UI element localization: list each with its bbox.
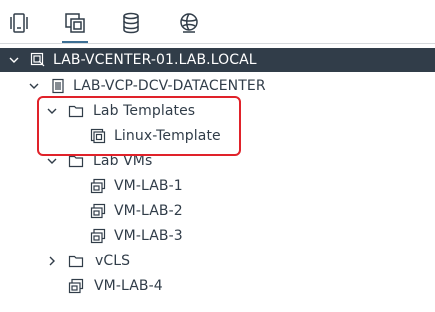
tree-item-folder-vcls[interactable]: vCLS (0, 249, 435, 273)
annotation-highlight-box (37, 96, 241, 156)
vm-icon (68, 278, 84, 294)
chevron-down-icon[interactable] (8, 54, 20, 66)
tree-item-label: LAB-VCP-DCV-DATACENTER (73, 78, 266, 94)
tab-hosts-and-clusters[interactable] (4, 10, 34, 40)
tree-item-label: VM-LAB-3 (114, 228, 183, 244)
chevron-down-icon[interactable] (46, 155, 58, 167)
chevron-down-icon[interactable] (28, 80, 40, 92)
tab-vms-and-templates[interactable] (60, 10, 90, 44)
tabs-divider (0, 43, 435, 44)
vcenter-icon (30, 52, 46, 68)
tree-item-vm-lab-4[interactable]: VM-LAB-4 (0, 274, 435, 298)
storage-icon (119, 11, 143, 39)
vms-and-templates-icon (63, 11, 87, 39)
tree-item-label: LAB-VCENTER-01.LAB.LOCAL (53, 52, 257, 68)
tree-item-vm-lab-1[interactable]: VM-LAB-1 (0, 174, 435, 198)
tree-item-vm-lab-3[interactable]: VM-LAB-3 (0, 224, 435, 248)
tree-item-vm-lab-2[interactable]: VM-LAB-2 (0, 199, 435, 223)
navigator-tabs (0, 0, 435, 44)
networking-icon (177, 11, 201, 39)
tree-item-label: VM-LAB-4 (94, 278, 163, 294)
vm-icon (90, 178, 106, 194)
vm-icon (90, 203, 106, 219)
datacenter-icon (50, 78, 66, 94)
folder-icon (68, 253, 84, 269)
hosts-and-clusters-icon (7, 11, 31, 39)
tab-storage[interactable] (116, 10, 146, 40)
tree-item-datacenter[interactable]: LAB-VCP-DCV-DATACENTER (0, 74, 435, 98)
tree-item-label: VM-LAB-1 (114, 178, 183, 194)
tree-item-label: vCLS (95, 253, 131, 269)
tab-networking[interactable] (174, 10, 204, 40)
tree-item-vcenter[interactable]: LAB-VCENTER-01.LAB.LOCAL (0, 48, 435, 72)
tree-item-label: VM-LAB-2 (114, 203, 183, 219)
chevron-right-icon[interactable] (46, 255, 58, 267)
vm-icon (90, 228, 106, 244)
